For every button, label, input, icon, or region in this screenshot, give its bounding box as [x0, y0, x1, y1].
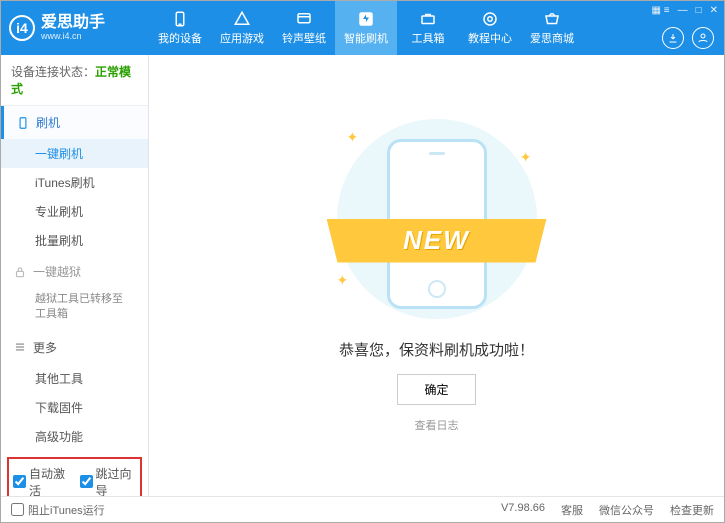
- sidebar-item-download[interactable]: 下载固件: [1, 393, 148, 422]
- menu-icon[interactable]: ▦ ≡: [652, 5, 670, 16]
- success-message: 恭喜您，保资料刷机成功啦！: [339, 339, 534, 360]
- nav-my-device[interactable]: 我的设备: [149, 1, 211, 55]
- sidebar-cat-more[interactable]: 更多: [1, 331, 148, 364]
- view-log-link[interactable]: 查看日志: [415, 417, 459, 433]
- nav-apps[interactable]: 应用游戏: [211, 1, 273, 55]
- footer-link-support[interactable]: 客服: [561, 502, 583, 518]
- connection-status: 设备连接状态：正常模式: [1, 55, 148, 106]
- new-ribbon: NEW: [327, 219, 547, 263]
- sidebar-item-pro[interactable]: 专业刷机: [1, 197, 148, 226]
- logo-block: i4 爱思助手 www.i4.cn: [9, 14, 149, 41]
- options-highlight: 自动激活 跳过向导: [7, 457, 142, 496]
- footer-link-wechat[interactable]: 微信公众号: [599, 502, 654, 518]
- logo-icon: i4: [9, 15, 35, 41]
- nav-flash[interactable]: 智能刷机: [335, 1, 397, 55]
- app-name: 爱思助手: [41, 14, 105, 32]
- nav-store[interactable]: 爱思商城: [521, 1, 583, 55]
- maximize-icon[interactable]: □: [696, 5, 702, 16]
- sidebar-item-other[interactable]: 其他工具: [1, 364, 148, 393]
- check-skip-guide[interactable]: 跳过向导: [80, 465, 137, 496]
- sidebar-cat-jailbreak[interactable]: 一键越狱: [1, 255, 148, 288]
- nav-tutorials[interactable]: 教程中心: [459, 1, 521, 55]
- check-block-itunes[interactable]: 阻止iTunes运行: [11, 502, 105, 518]
- download-icon[interactable]: [662, 27, 684, 49]
- nav-ringtones[interactable]: 铃声壁纸: [273, 1, 335, 55]
- main-content: NEW ✦ ✦ ✦ 恭喜您，保资料刷机成功啦！ 确定 查看日志: [149, 55, 724, 496]
- version-label: V7.98.66: [501, 502, 545, 518]
- ok-button[interactable]: 确定: [397, 374, 475, 405]
- app-url: www.i4.cn: [41, 32, 105, 42]
- sidebar-item-oneclick[interactable]: 一键刷机: [1, 139, 148, 168]
- check-auto-activate[interactable]: 自动激活: [13, 465, 70, 496]
- sidebar-cat-flash[interactable]: 刷机: [1, 106, 148, 139]
- footer-link-update[interactable]: 检查更新: [670, 502, 714, 518]
- main-nav: 我的设备 应用游戏 铃声壁纸 智能刷机 工具箱 教程中心 爱思商城: [149, 1, 583, 55]
- success-illustration: NEW ✦ ✦ ✦: [337, 119, 537, 319]
- sidebar-item-advanced[interactable]: 高级功能: [1, 422, 148, 451]
- minimize-icon[interactable]: —: [678, 5, 688, 16]
- lock-icon: [13, 265, 27, 279]
- window-controls: ▦ ≡ — □ ✕: [652, 5, 719, 16]
- footer: 阻止iTunes运行 V7.98.66 客服 微信公众号 检查更新: [1, 496, 724, 522]
- nav-toolbox[interactable]: 工具箱: [397, 1, 459, 55]
- jailbreak-note: 越狱工具已转移至 工具箱: [1, 288, 148, 331]
- phone-icon: [16, 116, 30, 130]
- close-icon[interactable]: ✕: [710, 5, 718, 16]
- sidebar-item-batch[interactable]: 批量刷机: [1, 226, 148, 255]
- sidebar-item-itunes[interactable]: iTunes刷机: [1, 168, 148, 197]
- sidebar: 设备连接状态：正常模式 刷机 一键刷机 iTunes刷机 专业刷机 批量刷机 一…: [1, 55, 149, 496]
- user-icon[interactable]: [692, 27, 714, 49]
- app-header: i4 爱思助手 www.i4.cn 我的设备 应用游戏 铃声壁纸 智能刷机 工具…: [1, 1, 724, 55]
- menu-lines-icon: [13, 340, 27, 354]
